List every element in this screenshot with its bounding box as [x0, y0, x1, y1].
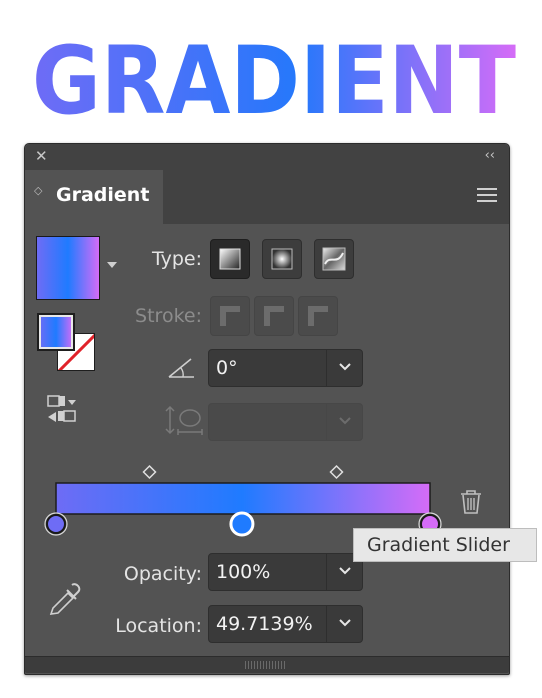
gradient-midpoint[interactable]	[329, 464, 344, 480]
chevron-down-icon	[339, 567, 351, 575]
resize-grip-icon[interactable]	[245, 661, 285, 669]
gradient-stop[interactable]	[46, 514, 66, 534]
stroke-within-button[interactable]	[210, 296, 250, 336]
location-value[interactable]: 49.7139%	[216, 613, 313, 635]
radial-gradient-button[interactable]	[262, 239, 302, 279]
angle-field[interactable]: 0°	[208, 349, 363, 387]
tab-gradient[interactable]: ◇ Gradient	[25, 170, 163, 224]
reverse-gradient-icon[interactable]	[46, 395, 78, 423]
fill-gradient-swatch[interactable]	[37, 313, 75, 351]
gradient-fill-swatch[interactable]	[36, 236, 100, 300]
headline-text: GRADIENT	[32, 27, 516, 126]
gradient-slider[interactable]	[40, 458, 460, 538]
location-dropdown[interactable]	[326, 606, 362, 642]
swatch-dropdown-arrow-icon[interactable]	[107, 262, 117, 268]
trash-icon[interactable]	[458, 488, 484, 516]
tooltip: Gradient Slider	[353, 528, 537, 562]
location-label: Location:	[115, 615, 202, 637]
freeform-gradient-button[interactable]	[314, 239, 354, 279]
panel-resize-bar[interactable]	[25, 656, 509, 673]
freeform-gradient-icon	[322, 247, 346, 271]
angle-value[interactable]: 0°	[216, 357, 238, 379]
aspect-ratio-dropdown[interactable]	[326, 404, 362, 440]
panel-titlebar: ✕ ‹‹	[25, 144, 509, 170]
close-icon[interactable]: ✕	[35, 147, 48, 165]
panel-tab-row: ◇ Gradient	[25, 170, 509, 224]
stroke-along-button[interactable]	[254, 296, 294, 336]
tooltip-text: Gradient Slider	[367, 534, 510, 556]
stroke-label: Stroke:	[135, 305, 202, 327]
angle-dropdown[interactable]	[326, 350, 362, 386]
stroke-along-icon	[264, 306, 284, 326]
stroke-within-icon	[220, 306, 240, 326]
tab-title: Gradient	[56, 184, 150, 206]
opacity-value[interactable]: 100%	[216, 561, 270, 583]
stroke-across-button[interactable]	[298, 296, 338, 336]
panel-menu-icon[interactable]	[477, 188, 497, 204]
chevron-down-icon	[339, 417, 351, 425]
aspect-ratio-field[interactable]	[208, 403, 363, 441]
chevron-down-icon	[339, 363, 351, 371]
opacity-label: Opacity:	[123, 563, 202, 585]
tab-expand-icon[interactable]: ◇	[34, 185, 42, 196]
collapse-icon[interactable]: ‹‹	[485, 148, 495, 163]
type-label: Type:	[151, 248, 202, 270]
radial-gradient-icon	[271, 248, 293, 270]
stroke-across-icon	[308, 306, 328, 326]
opacity-field[interactable]: 100%	[208, 553, 363, 591]
linear-gradient-icon	[219, 248, 241, 270]
gradient-headline: GRADIENT	[32, 27, 516, 126]
gradient-ramp	[55, 482, 431, 515]
gradient-midpoint[interactable]	[142, 464, 157, 480]
location-field[interactable]: 49.7139%	[208, 605, 363, 643]
linear-gradient-button[interactable]	[210, 239, 250, 279]
eyedropper-icon[interactable]	[46, 582, 86, 618]
angle-icon	[168, 358, 194, 378]
aspect-ratio-icon	[165, 405, 203, 435]
chevron-down-icon	[339, 619, 351, 627]
gradient-stop-selected[interactable]	[229, 511, 255, 537]
